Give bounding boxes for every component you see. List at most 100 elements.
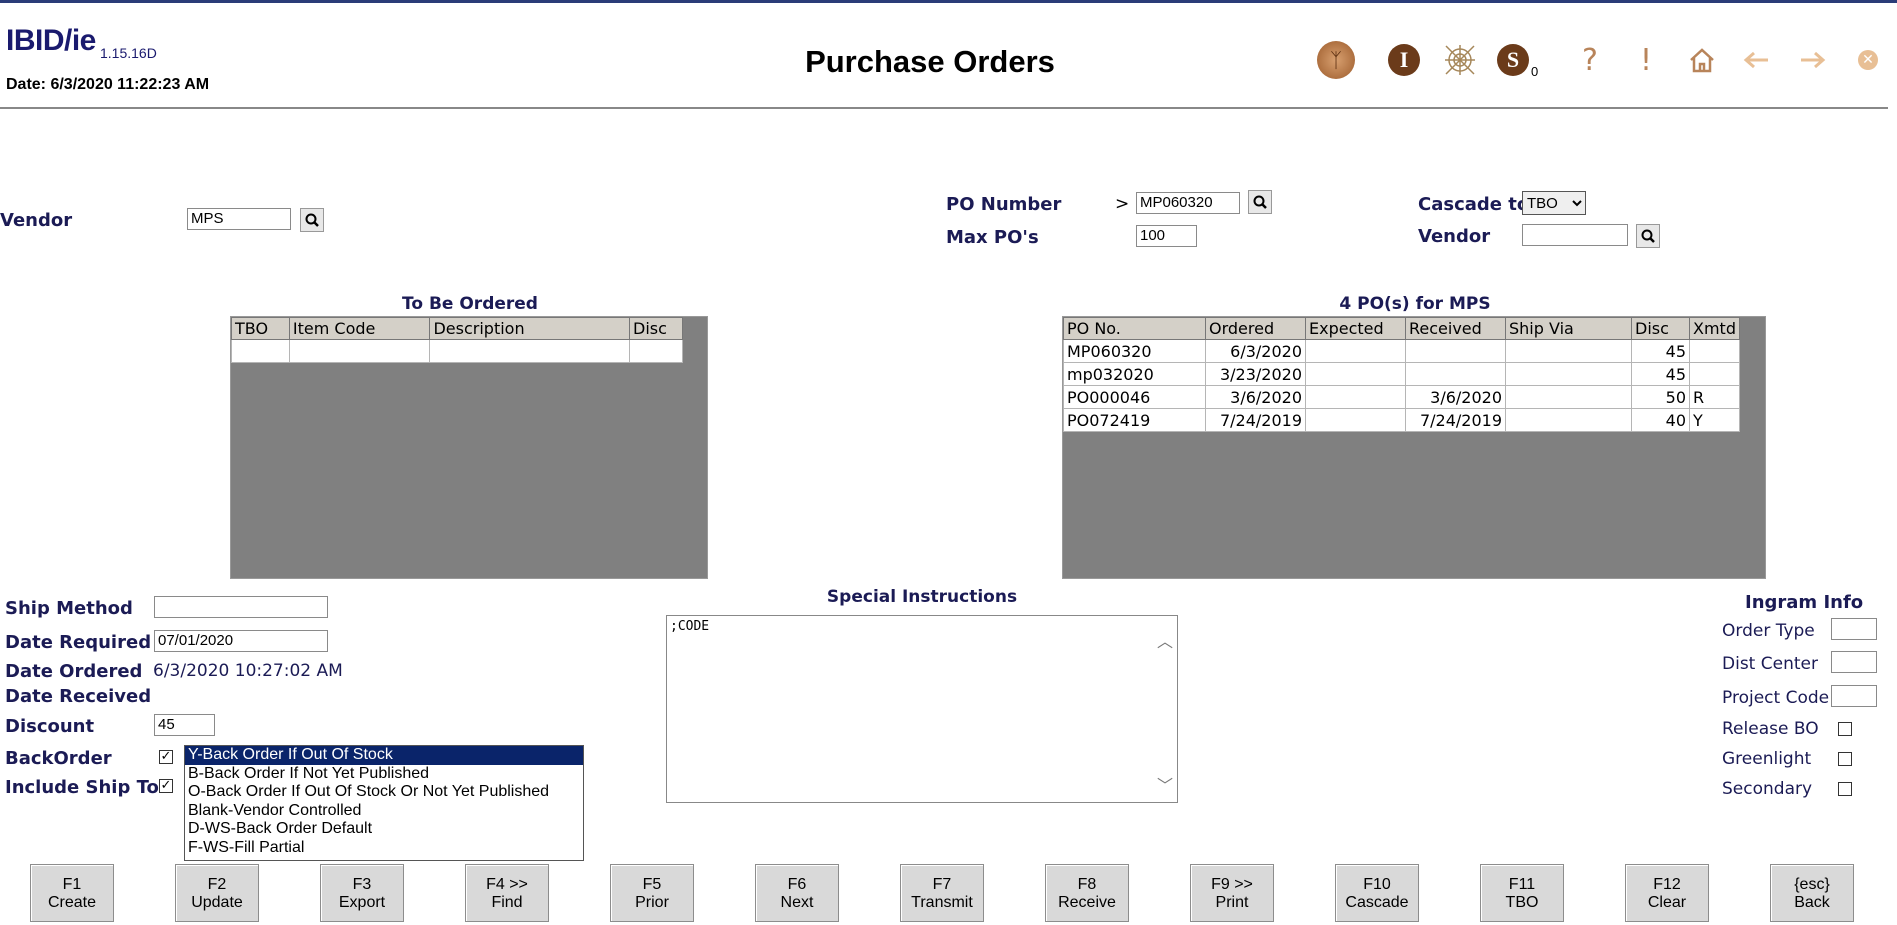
- app-logo: IBID/ie: [6, 24, 96, 57]
- dist-center-input[interactable]: [1831, 651, 1877, 673]
- table-row[interactable]: MP060320 6/3/2020 45: [1063, 339, 1740, 363]
- fkey-code: F1: [62, 876, 82, 893]
- po-cell: PO072419: [1063, 408, 1206, 432]
- vendor-lookup-button[interactable]: [300, 208, 324, 232]
- f1-create-button[interactable]: F1 Create: [30, 864, 114, 922]
- greenlight-checkbox[interactable]: [1838, 752, 1852, 766]
- received-cell: 3/6/2020: [1405, 385, 1506, 409]
- cascade-vendor-lookup-button[interactable]: [1636, 224, 1660, 248]
- esc-back-button[interactable]: {esc} Back: [1770, 864, 1854, 922]
- po-cell: PO000046: [1063, 385, 1206, 409]
- special-instructions-textarea[interactable]: ;CODE ︿ ﹀: [666, 615, 1178, 803]
- po-number-input[interactable]: MP060320: [1136, 192, 1240, 214]
- pos-col-header[interactable]: PO No.: [1063, 317, 1206, 340]
- f5-prior-button[interactable]: F5 Prior: [610, 864, 694, 922]
- ordered-cell: 3/6/2020: [1205, 385, 1306, 409]
- tbo-col-header[interactable]: Item Code: [288, 317, 431, 340]
- forward-arrow-icon[interactable]: [1793, 40, 1833, 80]
- backorder-option[interactable]: D-WS-Back Order Default: [185, 820, 583, 839]
- f9-print-button[interactable]: F9 >> Print: [1190, 864, 1274, 922]
- po-number-label: PO Number: [946, 194, 1062, 215]
- greenlight-label: Greenlight: [1722, 749, 1812, 769]
- pos-col-header[interactable]: Expected: [1305, 317, 1406, 340]
- dist-center-label: Dist Center: [1722, 654, 1818, 674]
- fkey-label: Create: [47, 894, 97, 911]
- discount-input[interactable]: 45: [154, 714, 215, 736]
- backorder-options-list[interactable]: Y-Back Order If Out Of Stock B-Back Orde…: [184, 745, 584, 861]
- f4-find-button[interactable]: F4 >> Find: [465, 864, 549, 922]
- ordered-cell: 6/3/2020: [1205, 339, 1306, 363]
- secondary-label: Secondary: [1722, 779, 1813, 799]
- scroll-up-icon[interactable]: ︿: [1157, 628, 1173, 652]
- max-pos-input[interactable]: 100: [1136, 225, 1197, 247]
- pos-col-header[interactable]: Disc: [1631, 317, 1690, 340]
- project-code-input[interactable]: [1831, 685, 1877, 707]
- backorder-option[interactable]: B-Back Order If Not Yet Published: [185, 765, 583, 784]
- tbo-col-header[interactable]: TBO: [231, 317, 290, 340]
- tbo-grid[interactable]: TBO Item Code Description Disc: [230, 316, 708, 579]
- tbo-col-header[interactable]: Disc: [629, 317, 683, 340]
- table-row[interactable]: mp032020 3/23/2020 45: [1063, 362, 1740, 386]
- back-arrow-icon[interactable]: [1736, 40, 1776, 80]
- home-icon[interactable]: [1682, 40, 1722, 80]
- table-row[interactable]: [231, 339, 683, 363]
- f10-cascade-button[interactable]: F10 Cascade: [1335, 864, 1419, 922]
- app-version: 1.15.16D: [100, 45, 157, 61]
- medallion-icon[interactable]: ᛉ: [1316, 40, 1356, 80]
- release-bo-checkbox[interactable]: [1838, 722, 1852, 736]
- magnifier-icon: [1641, 229, 1655, 243]
- po-lookup-button[interactable]: [1248, 190, 1272, 214]
- table-row[interactable]: PO000046 3/6/2020 3/6/2020 50 R: [1063, 385, 1740, 409]
- scroll-down-icon[interactable]: ﹀: [1157, 772, 1173, 796]
- pos-col-header[interactable]: Ship Via: [1505, 317, 1632, 340]
- close-icon[interactable]: ✕: [1848, 40, 1888, 80]
- f7-transmit-button[interactable]: F7 Transmit: [900, 864, 984, 922]
- fkey-label: Transmit: [911, 894, 973, 911]
- tbo-table: TBO Item Code Description Disc: [231, 317, 683, 363]
- window-top-bar: [0, 0, 1897, 3]
- date-ordered-label: Date Ordered: [5, 661, 143, 682]
- help-icon[interactable]: ?: [1570, 40, 1610, 80]
- pos-col-header[interactable]: Xmtd: [1689, 317, 1740, 340]
- fkey-code: F10: [1363, 876, 1391, 893]
- pos-grid[interactable]: PO No. Ordered Expected Received Ship Vi…: [1062, 316, 1766, 579]
- date-required-input[interactable]: 07/01/2020: [154, 630, 328, 652]
- table-row[interactable]: PO072419 7/24/2019 7/24/2019 40 Y: [1063, 408, 1740, 432]
- po-cell: mp032020: [1063, 362, 1206, 386]
- backorder-option[interactable]: O-Back Order If Out Of Stock Or Not Yet …: [185, 783, 583, 802]
- pos-col-header[interactable]: Ordered: [1205, 317, 1306, 340]
- cascade-to-select[interactable]: TBO: [1522, 191, 1586, 215]
- f11-tbo-button[interactable]: F11 TBO: [1480, 864, 1564, 922]
- cascade-vendor-input[interactable]: [1522, 224, 1628, 246]
- alert-icon[interactable]: !: [1626, 40, 1666, 80]
- backorder-option[interactable]: Y-Back Order If Out Of Stock: [185, 746, 583, 765]
- ship-via-cell: [1505, 339, 1632, 363]
- backorder-option[interactable]: F-WS-Fill Partial: [185, 839, 583, 858]
- tbo-col-header[interactable]: Description: [429, 317, 631, 340]
- secondary-checkbox[interactable]: [1838, 782, 1852, 796]
- s-icon[interactable]: S: [1493, 40, 1533, 80]
- disc-cell: 40: [1631, 408, 1690, 432]
- web-icon[interactable]: [1440, 40, 1480, 80]
- fkey-label: TBO: [1505, 894, 1539, 911]
- f8-receive-button[interactable]: F8 Receive: [1045, 864, 1129, 922]
- backorder-option[interactable]: Blank-Vendor Controlled: [185, 802, 583, 821]
- pos-table: PO No. Ordered Expected Received Ship Vi…: [1063, 317, 1740, 432]
- vendor-label: Vendor: [0, 210, 73, 231]
- magnifier-icon: [305, 213, 319, 227]
- pos-col-header[interactable]: Received: [1405, 317, 1506, 340]
- f2-update-button[interactable]: F2 Update: [175, 864, 259, 922]
- f6-next-button[interactable]: F6 Next: [755, 864, 839, 922]
- ship-method-input[interactable]: [154, 596, 328, 618]
- ship-via-cell: [1505, 362, 1632, 386]
- fkey-label: Next: [780, 894, 814, 911]
- po-arrow: >: [1115, 194, 1130, 214]
- f12-clear-button[interactable]: F12 Clear: [1625, 864, 1709, 922]
- f3-export-button[interactable]: F3 Export: [320, 864, 404, 922]
- include-ship-to-checkbox[interactable]: ✓: [159, 779, 173, 793]
- backorder-checkbox[interactable]: ✓: [159, 750, 173, 764]
- vendor-input[interactable]: MPS: [187, 208, 291, 230]
- ship-via-cell: [1505, 408, 1632, 432]
- info-icon[interactable]: I: [1384, 40, 1424, 80]
- order-type-input[interactable]: [1831, 618, 1877, 640]
